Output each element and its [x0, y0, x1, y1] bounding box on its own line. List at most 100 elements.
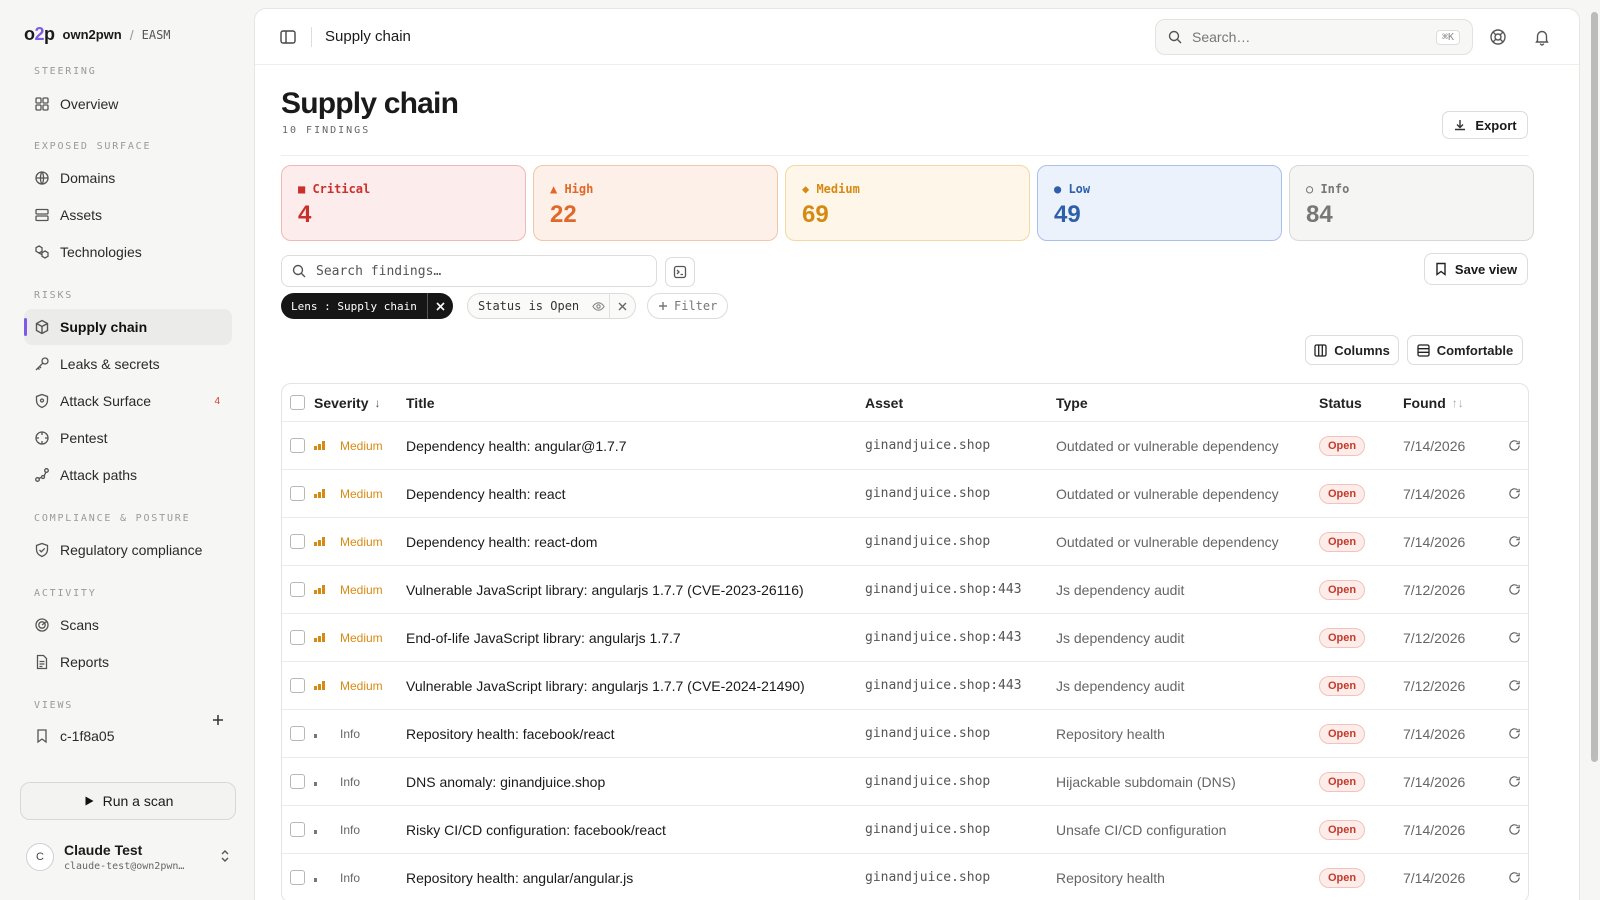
sidebar-item-overview[interactable]: Overview	[24, 86, 232, 122]
severity-card[interactable]: ○ Info 84	[1289, 165, 1534, 241]
table-row[interactable]: Medium End-of-life JavaScript library: an…	[282, 614, 1528, 662]
header-found[interactable]: Found ↑↓	[1403, 395, 1499, 411]
scrollbar-thumb[interactable]	[1591, 12, 1598, 762]
finding-title[interactable]: Repository health: angular/angular.js	[406, 870, 865, 886]
sidebar-toggle-icon[interactable]	[279, 28, 297, 46]
finding-asset[interactable]: ginandjuice.shop:443	[865, 582, 1056, 597]
rescan-button[interactable]	[1499, 679, 1528, 692]
sidebar-item-scans[interactable]: Scans	[24, 607, 232, 643]
add-filter-button[interactable]: Filter	[647, 293, 729, 319]
table-row[interactable]: Info Repository health: facebook/react gin…	[282, 710, 1528, 758]
finding-title[interactable]: End-of-life JavaScript library: angularj…	[406, 630, 865, 646]
table-row[interactable]: Medium Vulnerable JavaScript library: ang…	[282, 662, 1528, 710]
row-checkbox[interactable]	[290, 438, 305, 453]
rescan-button[interactable]	[1499, 583, 1528, 596]
select-all-checkbox[interactable]	[290, 395, 305, 410]
finding-title[interactable]: Vulnerable JavaScript library: angularjs…	[406, 678, 865, 694]
query-builder-button[interactable]	[665, 257, 695, 287]
rescan-button[interactable]	[1499, 487, 1528, 500]
rescan-button[interactable]	[1499, 631, 1528, 644]
export-button[interactable]: Export	[1442, 111, 1528, 139]
rescan-button[interactable]	[1499, 727, 1528, 740]
rescan-button[interactable]	[1499, 439, 1528, 452]
sidebar-item-attack-paths[interactable]: Attack paths	[24, 457, 232, 493]
finding-asset[interactable]: ginandjuice.shop	[865, 534, 1056, 549]
row-checkbox[interactable]	[290, 774, 305, 789]
finding-title[interactable]: Vulnerable JavaScript library: angularjs…	[406, 582, 865, 598]
finding-title[interactable]: DNS anomaly: ginandjuice.shop	[406, 774, 865, 790]
table-row[interactable]: Info Repository health: angular/angular.j…	[282, 854, 1528, 900]
severity-card[interactable]: ◆ Medium 69	[785, 165, 1030, 241]
table-row[interactable]: Medium Dependency health: react-dom ginand…	[282, 518, 1528, 566]
row-checkbox[interactable]	[290, 822, 305, 837]
sidebar-item-supply-chain[interactable]: Supply chain	[24, 309, 232, 345]
table-row[interactable]: Info Risky CI/CD configuration: facebook/…	[282, 806, 1528, 854]
sidebar-item-assets[interactable]: Assets	[24, 197, 232, 233]
user-menu[interactable]: C Claude Test claude-test@own2pwn…	[26, 836, 232, 878]
run-scan-button[interactable]: Run a scan	[20, 782, 236, 820]
finding-asset[interactable]: ginandjuice.shop	[865, 774, 1056, 789]
toggle-visibility-button[interactable]	[587, 300, 609, 313]
row-checkbox[interactable]	[290, 678, 305, 693]
finding-asset[interactable]: ginandjuice.shop	[865, 726, 1056, 741]
finding-asset[interactable]: ginandjuice.shop:443	[865, 630, 1056, 645]
table-row[interactable]: Medium Vulnerable JavaScript library: ang…	[282, 566, 1528, 614]
header-asset[interactable]: Asset	[865, 395, 1056, 411]
severity-card[interactable]: ● Low 49	[1037, 165, 1282, 241]
findings-search-input[interactable]	[316, 263, 646, 279]
global-search-input[interactable]	[1192, 29, 1426, 45]
bell-icon[interactable]	[1533, 28, 1551, 46]
row-checkbox[interactable]	[290, 486, 305, 501]
page-scrollbar[interactable]	[1588, 0, 1600, 900]
finding-asset[interactable]: ginandjuice.shop:443	[865, 678, 1056, 693]
save-view-button[interactable]: Save view	[1424, 253, 1528, 285]
finding-asset[interactable]: ginandjuice.shop	[865, 486, 1056, 501]
finding-title[interactable]: Dependency health: react	[406, 486, 865, 502]
finding-title[interactable]: Risky CI/CD configuration: facebook/reac…	[406, 822, 865, 838]
row-checkbox[interactable]	[290, 870, 305, 885]
row-checkbox[interactable]	[290, 726, 305, 741]
severity-card[interactable]: ■ Critical 4	[281, 165, 526, 241]
remove-lens-button[interactable]	[426, 293, 453, 319]
row-checkbox[interactable]	[290, 582, 305, 597]
finding-title[interactable]: Dependency health: react-dom	[406, 534, 865, 550]
finding-title[interactable]: Repository health: facebook/react	[406, 726, 865, 742]
findings-search[interactable]	[281, 255, 657, 287]
brand[interactable]: o2p own2pwn / EASM	[24, 24, 171, 45]
rescan-button[interactable]	[1499, 535, 1528, 548]
table-row[interactable]: Info DNS anomaly: ginandjuice.shop ginandj…	[282, 758, 1528, 806]
rescan-button[interactable]	[1499, 775, 1528, 788]
row-checkbox[interactable]	[290, 630, 305, 645]
sidebar-item-saved-view[interactable]: c-1f8a05	[24, 718, 232, 754]
finding-asset[interactable]: ginandjuice.shop	[865, 438, 1056, 453]
remove-status-filter-button[interactable]	[609, 293, 635, 319]
header-type[interactable]: Type	[1056, 395, 1319, 411]
sidebar-item-regulatory-compliance[interactable]: Regulatory compliance	[24, 532, 232, 568]
finding-asset[interactable]: ginandjuice.shop	[865, 822, 1056, 837]
help-icon[interactable]	[1489, 28, 1507, 46]
header-severity[interactable]: Severity ↓	[314, 395, 406, 411]
finding-title[interactable]: Dependency health: angular@1.7.7	[406, 438, 865, 454]
table-row[interactable]: Medium Dependency health: angular@1.7.7 gi…	[282, 422, 1528, 470]
sidebar-item-reports[interactable]: Reports	[24, 644, 232, 680]
columns-button[interactable]: Columns	[1305, 335, 1399, 365]
sidebar-item-pentest[interactable]: Pentest	[24, 420, 232, 456]
sidebar-item-domains[interactable]: Domains	[24, 160, 232, 196]
play-icon	[85, 796, 94, 806]
rescan-button[interactable]	[1499, 823, 1528, 836]
table-row[interactable]: Medium Dependency health: react ginandjuic…	[282, 470, 1528, 518]
rescan-button[interactable]	[1499, 871, 1528, 884]
sidebar-item-attack-surface[interactable]: Attack Surface 4	[24, 383, 232, 419]
sidebar-item-leaks[interactable]: Leaks & secrets	[24, 346, 232, 382]
sidebar-item-technologies[interactable]: Technologies	[24, 234, 232, 270]
status-filter-chip[interactable]: Status is Open	[467, 293, 637, 319]
severity-bars-icon	[314, 825, 332, 834]
header-status[interactable]: Status	[1319, 395, 1403, 411]
density-button[interactable]: Comfortable	[1407, 335, 1523, 365]
header-title[interactable]: Title	[406, 395, 865, 411]
row-checkbox[interactable]	[290, 534, 305, 549]
lens-filter-chip[interactable]: Lens : Supply chain	[281, 293, 453, 319]
global-search[interactable]: ⌘K	[1155, 19, 1473, 55]
severity-card[interactable]: ▲ High 22	[533, 165, 778, 241]
finding-asset[interactable]: ginandjuice.shop	[865, 870, 1056, 885]
